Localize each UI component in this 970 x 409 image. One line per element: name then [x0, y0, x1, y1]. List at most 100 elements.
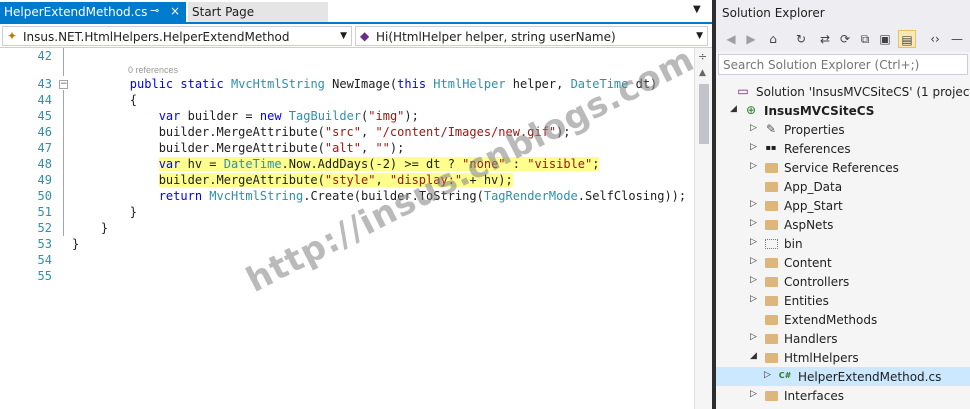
close-icon[interactable]: × — [170, 4, 180, 18]
line-number: 50 — [37, 189, 52, 203]
tree-item-label: HelperExtendMethod.cs — [798, 370, 942, 384]
line-number: 46 — [37, 125, 52, 139]
code-line-highlighted: builder.MergeAttribute("style", "display… — [158, 173, 513, 187]
tree-item[interactable]: ◢ HtmlHelpers — [716, 348, 970, 367]
line-number: 43 — [37, 77, 52, 91]
scroll-thumb[interactable] — [699, 84, 709, 144]
tree-item[interactable]: ExtendMethods — [716, 310, 970, 329]
code-area[interactable]: 0 references public static MvcHtmlString… — [72, 48, 694, 409]
class-dropdown[interactable]: ✦ Insus.NET.HtmlHelpers.HelperExtendMeth… — [2, 26, 352, 46]
tree-item-label: Entities — [784, 294, 829, 308]
properties-icon[interactable]: — — [948, 30, 966, 48]
tab-overflow-dropdown-icon[interactable]: ▼ — [693, 4, 701, 15]
collapsed-arrow-icon[interactable]: ▷ — [750, 142, 757, 152]
chevron-down-icon: ▼ — [340, 31, 347, 41]
tree-item[interactable]: ▷ C# HelperExtendMethod.cs — [716, 367, 970, 386]
preview-selected-icon[interactable]: ▤ — [898, 30, 916, 48]
tree-item-label: App_Start — [784, 199, 843, 213]
code-line: var builder = new TagBuilder("img"); — [158, 109, 419, 123]
folder-icon — [764, 179, 778, 193]
code-editor[interactable]: HelperExtendMethod.cs ⊸ × Start Page ▼ ✦… — [0, 0, 712, 409]
collapsed-arrow-icon[interactable]: ▷ — [750, 199, 757, 209]
home-icon[interactable]: ⌂ — [764, 30, 782, 48]
forward-icon[interactable]: ▶ — [742, 30, 760, 48]
tree-item[interactable]: ▷ ✎ Properties — [716, 120, 970, 139]
vertical-scrollbar[interactable]: ÷ ▲ — [694, 48, 712, 409]
folder-icon — [764, 293, 778, 307]
web-project-icon: ⊕ — [745, 103, 757, 117]
collapsed-arrow-icon[interactable]: ▷ — [750, 237, 757, 247]
expanded-arrow-icon[interactable]: ◢ — [750, 351, 757, 361]
line-number: 49 — [37, 173, 52, 187]
tree-item-label: HtmlHelpers — [784, 351, 859, 365]
chevron-down-icon: ▼ — [696, 31, 703, 41]
class-dropdown-value: Insus.NET.HtmlHelpers.HelperExtendMethod — [23, 30, 290, 44]
tree-item[interactable]: ◢ ⊕ InsusMVCSiteCS — [716, 101, 970, 120]
code-view-icon[interactable]: ‹› — [926, 30, 944, 48]
collapsed-arrow-icon[interactable]: ▷ — [750, 275, 757, 285]
folder-icon — [764, 255, 778, 269]
folder-icon — [764, 274, 778, 288]
line-number: 53 — [37, 237, 52, 251]
code-line: } — [72, 205, 138, 219]
code-line-highlighted: var hv = DateTime.Now.AddDays(-2) >= dt … — [158, 157, 600, 171]
sync-icon[interactable]: ⇄ — [816, 30, 834, 48]
scroll-up-icon[interactable]: ▲ — [699, 68, 706, 78]
tree-item[interactable]: ▷ Controllers — [716, 272, 970, 291]
line-number: 45 — [37, 109, 52, 123]
tree-item[interactable]: ▷ Content — [716, 253, 970, 272]
folder-icon — [764, 160, 778, 174]
collapsed-arrow-icon[interactable]: ▷ — [750, 123, 757, 133]
line-number: 52 — [37, 221, 52, 235]
tree-item-label: References — [784, 142, 851, 156]
collapse-icon[interactable]: − — [59, 80, 68, 89]
codelens-references[interactable]: 0 references — [128, 64, 178, 76]
member-dropdown[interactable]: ◆ Hi(HtmlHelper helper, string userName)… — [355, 26, 708, 46]
solution-explorer-toolbar: ◀ ▶ ⌂ ↻ ⇄ ⟳ ⧉ ▣ ▤ ‹› — — [716, 26, 970, 52]
tree-item-label: Service References — [784, 161, 899, 175]
tree-item[interactable]: ▷ App_Start — [716, 196, 970, 215]
refresh-icon[interactable]: ⟳ — [836, 30, 854, 48]
line-number: 55 — [37, 269, 52, 283]
folder-dotted-icon — [764, 236, 778, 250]
tree-item[interactable]: ▷ Interfaces — [716, 386, 970, 405]
navigation-bar: ✦ Insus.NET.HtmlHelpers.HelperExtendMeth… — [0, 24, 712, 48]
line-number-gutter: 42 43 44 45 46 47 48 49 50 51 52 53 54 5… — [0, 48, 72, 409]
class-icon: ✦ — [7, 29, 18, 43]
back-icon[interactable]: ◀ — [722, 30, 740, 48]
history-icon[interactable]: ↻ — [792, 30, 810, 48]
collapsed-arrow-icon[interactable]: ▷ — [750, 294, 757, 304]
show-all-files-icon[interactable]: ▣ — [876, 30, 894, 48]
tree-item[interactable]: App_Data — [716, 177, 970, 196]
collapsed-arrow-icon[interactable]: ▷ — [750, 218, 757, 228]
tree-item[interactable]: ▷ Entities — [716, 291, 970, 310]
collapsed-arrow-icon[interactable]: ▷ — [750, 389, 757, 399]
tree-item[interactable]: ▷ ▪▪ References — [716, 139, 970, 158]
member-dropdown-value: Hi(HtmlHelper helper, string userName) — [376, 30, 616, 44]
line-number: 42 — [37, 49, 52, 63]
collapse-all-icon[interactable]: ⧉ — [856, 30, 874, 48]
tree-item-label: Solution 'InsusMVCSiteCS' (1 project) — [756, 85, 970, 99]
tree-item[interactable]: ▷ Service References — [716, 158, 970, 177]
solution-search-box[interactable] — [718, 54, 968, 75]
code-line: { — [72, 93, 138, 107]
pin-icon[interactable]: ⊸ — [150, 4, 159, 17]
tree-item[interactable]: ▷ Handlers — [716, 329, 970, 348]
collapsed-arrow-icon[interactable]: ▷ — [764, 370, 771, 380]
solution-tree: ▭ Solution 'InsusMVCSiteCS' (1 project) ◢ ⊕… — [716, 78, 970, 409]
tree-item[interactable]: ▷ AspNets — [716, 215, 970, 234]
tab-helperextendmethod[interactable]: HelperExtendMethod.cs ⊸ × — [0, 2, 186, 22]
tab-start-page[interactable]: Start Page — [188, 2, 328, 22]
split-editor-icon[interactable]: ÷ — [698, 50, 707, 63]
collapsed-arrow-icon[interactable]: ▷ — [750, 256, 757, 266]
tree-item[interactable]: ▭ Solution 'InsusMVCSiteCS' (1 project) — [716, 82, 970, 101]
tree-item-label: Handlers — [784, 332, 838, 346]
line-number: 51 — [37, 205, 52, 219]
expanded-arrow-icon[interactable]: ◢ — [730, 104, 737, 114]
collapsed-arrow-icon[interactable]: ▷ — [750, 332, 757, 342]
search-input[interactable] — [723, 57, 961, 72]
tree-item[interactable]: ▷ bin — [716, 234, 970, 253]
collapsed-arrow-icon[interactable]: ▷ — [750, 161, 757, 171]
tree-item-label: Content — [784, 256, 832, 270]
code-line: builder.MergeAttribute("src", "/content/… — [72, 125, 571, 139]
